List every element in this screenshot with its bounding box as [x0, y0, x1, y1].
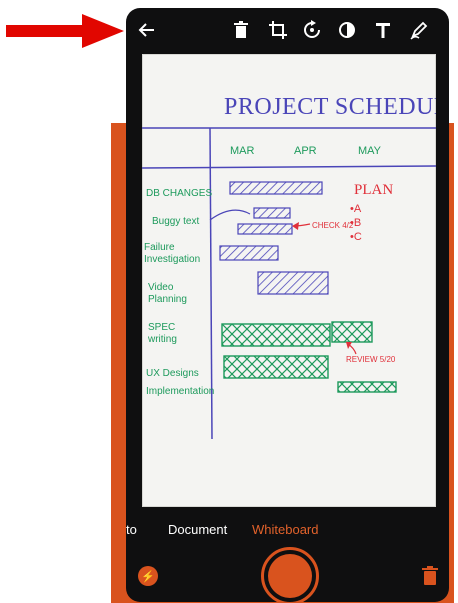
row-label: Implementation [146, 386, 214, 397]
mode-document[interactable]: Document [168, 522, 227, 537]
bar-spec-writing [221, 323, 331, 347]
board-title: PROJECT SCHEDULE [224, 94, 436, 120]
plan-heading: PLAN [354, 182, 393, 198]
crop-icon[interactable] [265, 17, 291, 43]
plan-item: •C [350, 231, 362, 243]
capture-mode-selector: to Document Whiteboard [126, 518, 449, 542]
month-apr: APR [294, 145, 317, 157]
filter-icon[interactable] [334, 17, 360, 43]
shutter-inner [268, 554, 312, 598]
bar-failure [219, 245, 279, 261]
row-label: UX Designs [146, 368, 199, 379]
bar-video [257, 271, 329, 295]
plan-item: •A [350, 203, 362, 215]
bar-implementation [337, 381, 397, 393]
flash-icon[interactable]: ⚡ [138, 566, 158, 586]
month-mar: MAR [230, 145, 255, 157]
trash-icon[interactable] [422, 566, 438, 586]
shutter-button[interactable] [261, 547, 319, 602]
pen-icon[interactable] [406, 17, 432, 43]
whiteboard-image: PROJECT SCHEDULE MAR APR MAY DB CHANGES … [142, 54, 436, 507]
rotate-icon[interactable] [299, 17, 325, 43]
delete-icon[interactable] [228, 17, 254, 43]
row-label: Video Planning [148, 282, 187, 305]
top-toolbar [126, 8, 449, 52]
mode-photo-partial[interactable]: to [126, 522, 137, 537]
row-label: Buggy text [152, 216, 199, 227]
bar-buggy-text-2 [237, 223, 293, 235]
mode-whiteboard[interactable]: Whiteboard [252, 522, 318, 537]
bar-ux-designs [223, 355, 329, 379]
row-label: DB CHANGES [146, 188, 212, 199]
bar-spec-writing-2 [331, 321, 373, 343]
bar-db-changes [229, 181, 323, 195]
bar-buggy-text [253, 207, 291, 219]
bottom-bar: ⚡ [126, 542, 449, 602]
phone-screen: PROJECT SCHEDULE MAR APR MAY DB CHANGES … [126, 8, 449, 602]
annotation-arrow [6, 14, 124, 48]
row-label: SPEC writing [147, 322, 177, 345]
back-arrow-icon[interactable] [134, 17, 160, 43]
check-note: CHECK 4/2 [312, 221, 354, 230]
review-note: REVIEW 5/20 [346, 355, 396, 364]
month-may: MAY [358, 145, 382, 157]
text-icon[interactable] [370, 17, 396, 43]
row-label: Failure Investigation [144, 242, 200, 265]
